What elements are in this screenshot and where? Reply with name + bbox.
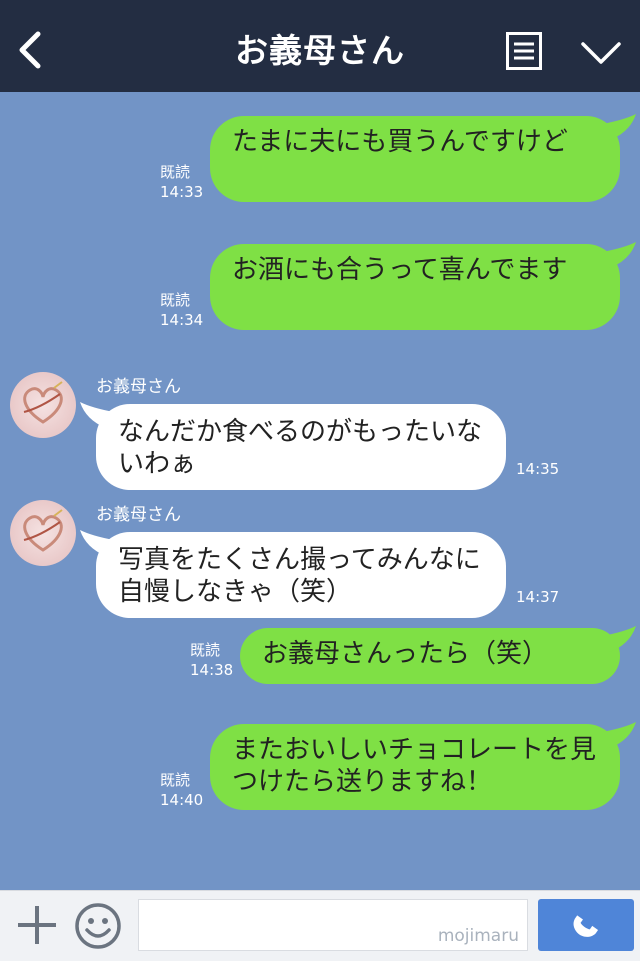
bubble-tail (602, 626, 636, 652)
message-meta: 既読 14:34 (160, 290, 203, 330)
watermark-text: mojimaru (437, 926, 519, 946)
message-time: 14:33 (160, 183, 204, 201)
chat-header: お義母さん (0, 0, 640, 92)
bubble-tail (80, 530, 114, 556)
message-text: お酒にも合うって喜んでます (232, 255, 568, 285)
message-meta: 既読 14:40 (160, 770, 203, 810)
message-time: 14:40 (160, 791, 204, 809)
outgoing-message-bubble[interactable]: またおいしいチョコレートを見つけたら送りますね！ (210, 722, 636, 810)
outgoing-message-bubble[interactable]: お義母さんったら（笑） (240, 626, 636, 684)
message-meta: 既読 14:38 (190, 640, 233, 680)
message-text: またおいしいチョコレートを見つけたら送りますね！ (232, 735, 597, 797)
message-list: 既読 14:33 たまに夫にも買うんですけど 既読 14:34 お酒にも合うって… (0, 92, 640, 890)
chat-title: お義母さん (235, 31, 405, 70)
message-input[interactable]: mojimaru (138, 899, 528, 951)
bubble-tail (602, 722, 636, 748)
bubble-tail (80, 402, 114, 428)
read-receipt: 既読 (160, 771, 191, 789)
bubble-tail (602, 114, 636, 140)
heart-icon (23, 381, 63, 424)
menu-list-icon[interactable] (506, 32, 542, 70)
incoming-message-bubble[interactable]: なんだか食べるのがもったいないわぁ (80, 402, 506, 490)
message-time: 14:38 (190, 661, 234, 679)
message-text: たまに夫にも買うんですけど (232, 127, 568, 157)
phone-icon (573, 915, 599, 937)
message-time: 14:34 (160, 311, 204, 329)
plus-icon[interactable] (16, 904, 58, 946)
outgoing-message-bubble[interactable]: たまに夫にも買うんですけど (210, 114, 636, 202)
sender-name: お義母さん (96, 505, 181, 525)
read-receipt: 既読 (190, 641, 221, 659)
chevron-down-icon[interactable] (580, 40, 622, 66)
read-receipt: 既読 (160, 163, 191, 181)
message-text: なんだか食べるのがもったいないわぁ (118, 417, 483, 479)
avatar[interactable] (10, 500, 76, 566)
call-button[interactable] (538, 899, 634, 951)
smiley-icon[interactable] (74, 902, 122, 950)
message-text: 写真をたくさん撮ってみんなに自慢しなきゃ（笑） (118, 545, 481, 607)
incoming-message-bubble[interactable]: 写真をたくさん撮ってみんなに自慢しなきゃ（笑） (80, 530, 506, 618)
message-meta: 既読 14:33 (160, 162, 203, 202)
message-time: 14:37 (516, 588, 560, 606)
outgoing-message-bubble[interactable]: お酒にも合うって喜んでます (210, 242, 636, 330)
avatar[interactable] (10, 372, 76, 438)
input-bar: mojimaru (0, 890, 640, 961)
message-text: お義母さんったら（笑） (262, 639, 549, 669)
message-time: 14:35 (516, 460, 560, 478)
heart-icon (23, 509, 63, 552)
bubble-tail (602, 242, 636, 268)
sender-name: お義母さん (96, 377, 181, 397)
read-receipt: 既読 (160, 291, 191, 309)
